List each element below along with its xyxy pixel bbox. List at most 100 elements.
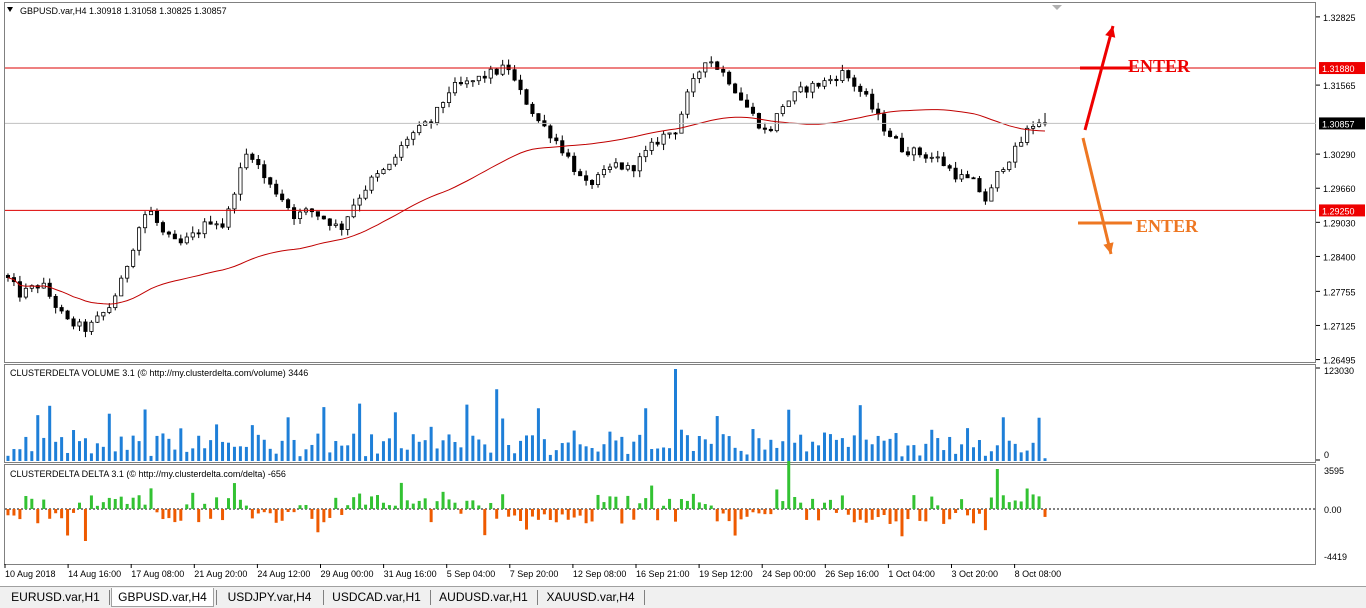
candle-body: [441, 102, 446, 108]
volume-bar: [203, 448, 207, 461]
candle-body: [977, 178, 982, 193]
delta-bar-negative: [632, 509, 636, 520]
candle-body: [113, 295, 118, 309]
volume-bar: [477, 439, 481, 461]
volume-bar: [54, 441, 58, 461]
candle-body: [995, 171, 1000, 189]
candle-body: [548, 125, 553, 139]
candle-body: [369, 176, 374, 191]
volume-bar: [691, 450, 695, 461]
volume-bar: [685, 435, 689, 461]
volume-bar: [554, 450, 558, 461]
delta-bar-negative: [83, 509, 87, 541]
delta-bar-negative: [548, 509, 552, 520]
candle-body: [470, 80, 475, 83]
volume-bar: [936, 438, 940, 461]
volume-bar: [286, 417, 290, 461]
time-axis-label: 16 Sep 21:00: [636, 569, 690, 579]
volume-bar: [638, 434, 642, 461]
tab-separator: [430, 590, 431, 605]
volume-bar: [578, 444, 582, 461]
candle-body: [935, 156, 940, 159]
chart-tab-audusd[interactable]: AUDUSD.var,H1: [432, 588, 535, 607]
candle-body: [5, 274, 11, 278]
delta-bar-positive: [352, 497, 356, 509]
volume-bar: [346, 445, 350, 461]
volume-bar: [173, 449, 177, 461]
delta-bar-negative: [858, 509, 862, 520]
candle-body: [983, 191, 988, 202]
delta-bar-positive: [441, 491, 445, 509]
delta-bar-positive: [137, 495, 141, 509]
volume-bar: [769, 439, 773, 461]
time-axis-label: 24 Sep 00:00: [762, 569, 816, 579]
candle-body: [292, 207, 297, 220]
mt4-chart-window[interactable]: 1.32825 1.31565 1.30290 1.29660 1.29030 1.284…: [0, 0, 1366, 586]
delta-bar-negative: [876, 509, 880, 518]
volume-bar: [828, 434, 832, 461]
candle-body: [613, 162, 618, 168]
delta-bar-positive: [364, 504, 368, 509]
volume-bar: [894, 433, 898, 461]
tab-separator: [323, 590, 324, 605]
candle-body: [530, 103, 535, 115]
time-axis-label: 26 Sep 16:00: [825, 569, 879, 579]
candle-body: [709, 61, 714, 64]
volume-bar: [966, 428, 970, 461]
delta-axis-max: 3595: [1324, 466, 1344, 476]
volume-bar: [745, 454, 749, 461]
delta-bar-positive: [960, 499, 964, 509]
chart-tab-usdjpy[interactable]: USDJPY.var,H4: [218, 588, 321, 607]
volume-bar: [405, 449, 409, 461]
volume-bar: [417, 441, 421, 461]
volume-bar: [632, 441, 636, 461]
volume-bar: [739, 450, 743, 461]
chart-tab-usdcad[interactable]: USDCAD.var,H1: [325, 588, 428, 607]
delta-bar-positive: [1019, 501, 1023, 509]
chart-tab-gbpusd[interactable]: GBPUSD.var,H4: [111, 588, 214, 607]
candle-body: [95, 315, 100, 323]
candle-body: [1013, 145, 1018, 163]
volume-bar: [948, 436, 952, 461]
delta-bar-negative: [66, 509, 70, 536]
time-axis-label: 19 Sep 12:00: [699, 569, 753, 579]
chart-tab-eurusd[interactable]: EURUSD.var,H1: [4, 588, 107, 607]
volume-bar: [1019, 452, 1023, 461]
candle-body: [262, 164, 267, 179]
volume-bar: [852, 435, 856, 461]
volume-bar: [584, 446, 588, 461]
volume-bar: [1043, 458, 1047, 461]
delta-bar-negative: [54, 509, 58, 514]
delta-bar-positive: [113, 498, 117, 509]
candle-body: [804, 86, 809, 93]
delta-bar-positive: [411, 503, 415, 509]
delta-bar-negative: [727, 509, 731, 522]
candle-body: [148, 210, 154, 216]
volume-bar: [876, 435, 880, 461]
volume-bar: [185, 451, 189, 461]
delta-bar-positive: [626, 495, 630, 509]
volume-bar: [78, 441, 81, 461]
time-axis-label: 31 Aug 16:00: [384, 569, 437, 579]
volume-bar: [393, 412, 397, 461]
delta-bar-positive: [131, 497, 135, 509]
candle-body: [703, 62, 708, 73]
candle-body: [23, 287, 28, 298]
delta-bar-positive: [614, 496, 618, 509]
delta-bar-positive: [930, 496, 934, 509]
volume-bar: [727, 436, 731, 461]
delta-bar-positive: [989, 497, 993, 509]
candle-body: [697, 71, 702, 79]
candle-body: [590, 179, 595, 185]
delta-bar-negative: [983, 509, 987, 531]
candle-body: [846, 70, 851, 79]
delta-bar-negative: [906, 509, 910, 520]
volume-bar: [66, 452, 70, 461]
candle-body: [202, 221, 207, 235]
delta-bar-negative: [536, 509, 540, 520]
candle-body: [929, 156, 934, 159]
volume-bar: [525, 435, 528, 461]
volume-bar: [268, 448, 272, 461]
time-axis-label: 10 Aug 2018: [5, 569, 56, 579]
chart-tab-xauusd[interactable]: XAUUSD.var,H4: [539, 588, 642, 607]
